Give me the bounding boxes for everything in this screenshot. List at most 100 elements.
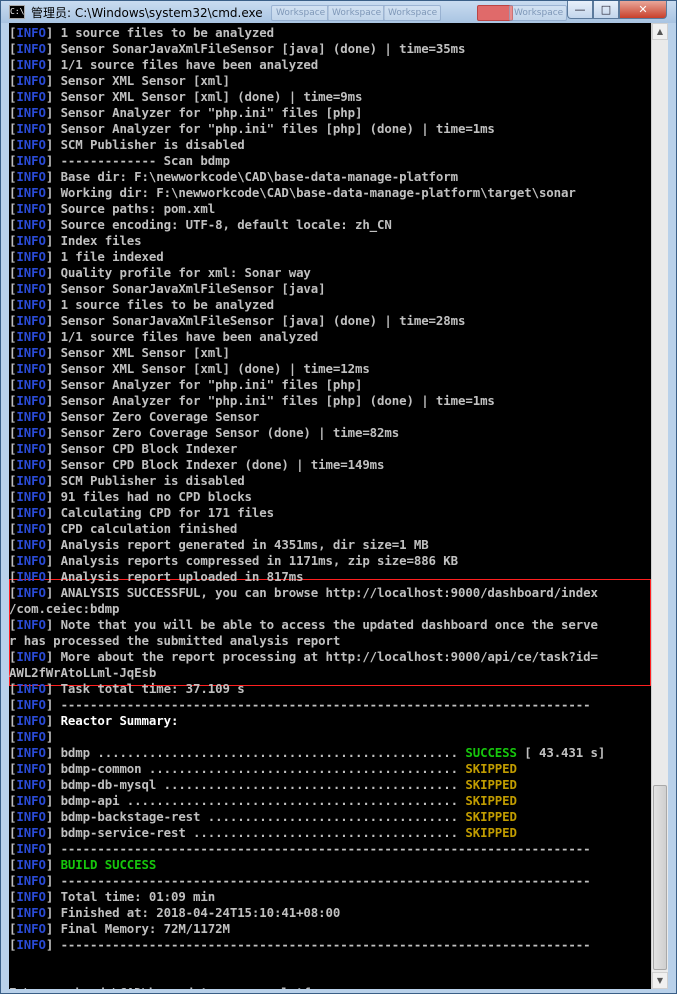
background-tab: Workspace (383, 5, 441, 21)
console-line: [INFO] Source encoding: UTF-8, default l… (9, 217, 392, 232)
log-level-tag: INFO (16, 329, 46, 344)
console-line-text: AWL2fWrAtoLLml-JqEsb (9, 665, 157, 680)
console-line: [INFO] More about the report processing … (9, 649, 598, 664)
scroll-up-arrow-icon[interactable]: ▲ (652, 23, 668, 40)
console-line: [INFO] 1/1 source files have been analyz… (9, 57, 319, 72)
console-line-text: Sensor SonarJavaXmlFileSensor [java] (do… (60, 313, 466, 328)
console-line-text: Working dir: F:\newworkcode\CAD\base-dat… (60, 185, 576, 200)
console-line-text: Sensor XML Sensor [xml] (done) | time=9m… (60, 89, 363, 104)
console-line-text: Sensor Analyzer for "php.ini" files [php… (60, 105, 363, 120)
log-level-tag: INFO (16, 617, 46, 632)
module-status: SKIPPED (465, 825, 517, 840)
console-line: [INFO] Analysis reports compressed in 11… (9, 553, 459, 568)
console-line-text: Analysis reports compressed in 1171ms, z… (60, 553, 459, 568)
log-level-tag: INFO (16, 441, 46, 456)
log-level-tag: INFO (16, 153, 46, 168)
log-level-tag: INFO (16, 729, 46, 744)
title-bar[interactable]: C:\ 管理员: C:\Windows\system32\cmd.exe Wor… (1, 1, 676, 23)
log-level-tag: INFO (16, 889, 46, 904)
console-line-text: Final Memory: 72M/1172M (60, 921, 230, 936)
scroll-down-arrow-icon[interactable]: ▼ (652, 972, 668, 989)
console-line: [INFO] Sensor XML Sensor [xml] (done) | … (9, 361, 370, 376)
console-line-text: Task total time: 37.109 s (60, 681, 245, 696)
console-line-text: Analysis report uploaded in 817ms (60, 569, 304, 584)
background-tab: Workspace (271, 5, 329, 21)
console-line: [INFO] Final Memory: 72M/1172M (9, 921, 230, 936)
console-line: [INFO] Sensor XML Sensor [xml] (9, 73, 230, 88)
console-line-text: ----------------------------------------… (60, 937, 591, 952)
log-level-tag: INFO (16, 649, 46, 664)
console-line: [INFO] bdmp-db-mysql ...................… (9, 777, 517, 792)
console-line: [INFO] Calculating CPD for 171 files (9, 505, 274, 520)
console-line-text: 1 source files to be analyzed (60, 297, 275, 312)
console-line-text: Sensor CPD Block Indexer (60, 441, 238, 456)
console-line: [INFO] 1/1 source files have been analyz… (9, 329, 319, 344)
log-level-tag: INFO (16, 217, 46, 232)
module-status: SKIPPED (465, 761, 517, 776)
scrollbar-thumb[interactable] (653, 785, 667, 970)
console-line: [INFO] Sensor XML Sensor [xml] (done) | … (9, 89, 363, 104)
console-line: [INFO] Sensor Analyzer for "php.ini" fil… (9, 393, 495, 408)
vertical-scrollbar[interactable]: ▲ ▼ (651, 23, 668, 989)
console-line-text: Sensor XML Sensor [xml] (done) | time=12… (60, 361, 370, 376)
minimize-button[interactable]: — (567, 1, 593, 19)
log-level-tag: INFO (16, 345, 46, 360)
console-line: [INFO] bdmp-backstage-rest .............… (9, 809, 517, 824)
console-line: [INFO] CPD calculation finished (9, 521, 238, 536)
console-line: [INFO] Reactor Summary: (9, 713, 179, 728)
maximize-button[interactable]: □ (593, 1, 619, 19)
log-level-tag: INFO (16, 121, 46, 136)
console-output[interactable]: [INFO] 1 source files to be analyzed [INF… (9, 23, 651, 989)
log-level-tag: INFO (16, 841, 46, 856)
console-line: [INFO] (9, 729, 61, 744)
console-line-text: 1/1 source files have been analyzed (60, 57, 319, 72)
background-window-tabs: Workspace Workspace Workspace Workspace (271, 3, 571, 21)
close-button[interactable]: ✕ (619, 1, 667, 19)
cmd-app-icon[interactable]: C:\ (9, 5, 25, 19)
console-line: [INFO] ------------- Scan bdmp (9, 153, 230, 168)
log-level-tag: INFO (16, 489, 46, 504)
console-line-text: Analysis report generated in 4351ms, dir… (60, 537, 429, 552)
console-line-text: 1/1 source files have been analyzed (60, 329, 319, 344)
console-line-text: 1 file indexed (60, 249, 164, 264)
console-line: [INFO] Base dir: F:\newworkcode\CAD\base… (9, 169, 459, 184)
log-level-tag: INFO (16, 553, 46, 568)
log-level-tag: INFO (16, 25, 46, 40)
console-line-text: Sensor XML Sensor [xml] (60, 73, 230, 88)
background-tab: Workspace (509, 5, 567, 21)
module-status: SKIPPED (465, 809, 517, 824)
log-level-tag: INFO (16, 905, 46, 920)
console-line: [INFO] ---------------------------------… (9, 937, 591, 952)
module-status: SUCCESS (465, 745, 517, 760)
console-line: AWL2fWrAtoLLml-JqEsb (9, 665, 156, 681)
log-level-tag: INFO (16, 249, 46, 264)
log-level-tag: INFO (16, 857, 46, 872)
console-line-text: bdmp-service-rest ......................… (60, 825, 466, 840)
log-level-tag: INFO (16, 201, 46, 216)
console-line: [INFO] Sensor SonarJavaXmlFileSensor [ja… (9, 41, 466, 56)
log-level-tag: INFO (16, 89, 46, 104)
console-line: [INFO] Sensor Analyzer for "php.ini" fil… (9, 377, 363, 392)
log-level-tag: INFO (16, 569, 46, 584)
console-line-text: Sensor SonarJavaXmlFileSensor [java] (60, 281, 326, 296)
log-level-tag: INFO (16, 137, 46, 152)
console-line: [INFO] Sensor Analyzer for "php.ini" fil… (9, 105, 363, 120)
console-line: [INFO] ANALYSIS SUCCESSFUL, you can brow… (9, 585, 598, 600)
console-line: [INFO] Source paths: pom.xml (9, 201, 216, 216)
log-level-tag: INFO (16, 761, 46, 776)
console-line: r has processed the submitted analysis r… (9, 633, 340, 649)
console-line-text: Base dir: F:\newworkcode\CAD\base-data-m… (60, 169, 459, 184)
console-line-text: bdmp-db-mysql ..........................… (60, 777, 466, 792)
console-line: [INFO] Sensor CPD Block Indexer (9, 441, 238, 456)
console-line-text: Sensor CPD Block Indexer (done) | time=1… (60, 457, 385, 472)
console-line: [INFO] Total time: 01:09 min (9, 889, 216, 904)
log-level-tag: INFO (16, 937, 46, 952)
console-line: [INFO] 91 files had no CPD blocks (9, 489, 252, 504)
log-level-tag: INFO (16, 793, 46, 808)
console-line-text: Finished at: 2018-04-24T15:10:41+08:00 (60, 905, 341, 920)
console-line-text: /com.ceiec:bdmp (9, 601, 120, 616)
console-line-text: Note that you will be able to access the… (60, 617, 598, 632)
console-line-text: Sensor Analyzer for "php.ini" files [php… (60, 393, 495, 408)
background-tab-close (477, 5, 513, 21)
console-line-text: Sensor SonarJavaXmlFileSensor [java] (do… (60, 41, 466, 56)
